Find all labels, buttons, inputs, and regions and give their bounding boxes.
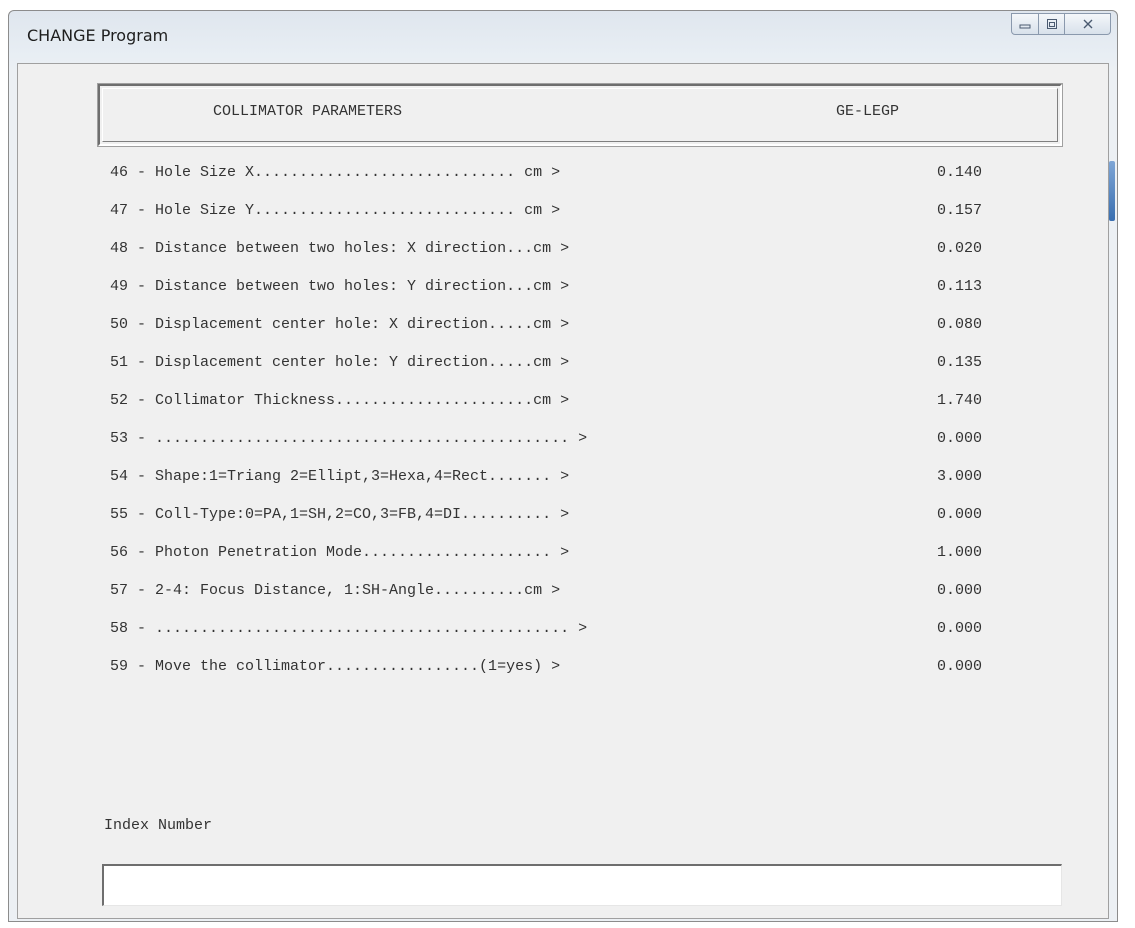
parameter-row-49: 49 - Distance between two holes: Y direc… [110,278,1010,306]
parameter-value: 0.000 [936,658,982,675]
parameter-row-53: 53 - ...................................… [110,430,1010,458]
parameter-label: 51 - Displacement center hole: Y directi… [110,354,570,371]
parameter-value: 0.080 [936,316,982,333]
parameter-label: 55 - Coll-Type:0=PA,1=SH,2=CO,3=FB,4=DI.… [110,506,570,523]
close-icon [1083,19,1092,29]
parameter-value: 0.113 [936,278,982,295]
parameter-row-47: 47 - Hole Size Y........................… [110,202,1010,230]
parameter-label: 59 - Move the collimator................… [110,658,561,675]
parameter-value: 1.740 [936,392,982,409]
parameter-row-54: 54 - Shape:1=Triang 2=Ellipt,3=Hexa,4=Re… [110,468,1010,496]
parameter-row-57: 57 - 2-4: Focus Distance, 1:SH-Angle....… [110,582,1010,610]
parameter-value: 0.000 [936,620,982,637]
client-area: COLLIMATOR PARAMETERS GE-LEGP 46 - Hole … [17,63,1109,919]
maximize-button[interactable] [1039,13,1065,35]
parameter-label: 54 - Shape:1=Triang 2=Ellipt,3=Hexa,4=Re… [110,468,570,485]
parameter-row-59: 59 - Move the collimator................… [110,658,1010,686]
window-title: CHANGE Program [27,26,169,45]
parameter-row-50: 50 - Displacement center hole: X directi… [110,316,1010,344]
title-bar[interactable]: CHANGE Program [9,11,1117,59]
parameter-row-46: 46 - Hole Size X........................… [110,164,1010,192]
parameter-value: 0.157 [936,202,982,219]
header-title: COLLIMATOR PARAMETERS [213,103,403,120]
parameter-label: 50 - Displacement center hole: X directi… [110,316,570,333]
index-number-input[interactable] [102,864,1062,906]
parameter-label: 52 - Collimator Thickness...............… [110,392,570,409]
parameter-value: 1.000 [936,544,982,561]
parameter-value: 3.000 [936,468,982,485]
parameter-row-48: 48 - Distance between two holes: X direc… [110,240,1010,268]
parameter-label: 53 - ...................................… [110,430,588,447]
minimize-icon [1019,24,1031,29]
parameter-row-51: 51 - Displacement center hole: Y directi… [110,354,1010,382]
parameter-value: 0.000 [936,582,982,599]
header-panel: COLLIMATOR PARAMETERS GE-LEGP [97,83,1063,147]
close-button[interactable] [1065,13,1111,35]
parameter-row-55: 55 - Coll-Type:0=PA,1=SH,2=CO,3=FB,4=DI.… [110,506,1010,534]
parameter-value: 0.140 [936,164,982,181]
parameter-label: 48 - Distance between two holes: X direc… [110,240,570,257]
index-number-label: Index Number [104,817,213,834]
parameter-value: 0.000 [936,430,982,447]
parameter-value: 0.135 [936,354,982,371]
parameter-value: 0.020 [936,240,982,257]
window-controls [1011,13,1111,37]
parameter-label: 46 - Hole Size X........................… [110,164,561,181]
minimize-button[interactable] [1011,13,1039,35]
window-edge-accent [1109,161,1115,221]
parameter-label: 56 - Photon Penetration Mode............… [110,544,570,561]
parameter-label: 58 - ...................................… [110,620,588,637]
parameter-label: 57 - 2-4: Focus Distance, 1:SH-Angle....… [110,582,561,599]
parameter-label: 47 - Hole Size Y........................… [110,202,561,219]
header-identifier: GE-LEGP [836,103,900,120]
parameter-row-56: 56 - Photon Penetration Mode............… [110,544,1010,572]
parameter-value: 0.000 [936,506,982,523]
parameter-row-58: 58 - ...................................… [110,620,1010,648]
maximize-icon [1046,19,1057,29]
parameter-row-52: 52 - Collimator Thickness...............… [110,392,1010,420]
parameter-label: 49 - Distance between two holes: Y direc… [110,278,570,295]
change-program-window: CHANGE Program COLLIMATOR PARAMETERS GE-… [8,10,1118,922]
